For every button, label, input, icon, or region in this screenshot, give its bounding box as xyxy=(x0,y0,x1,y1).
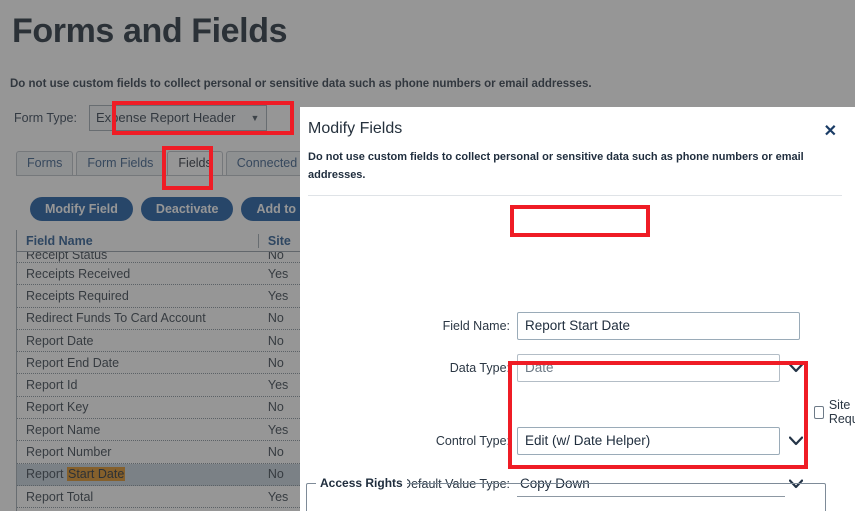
cell-field-name: Receipts Required xyxy=(26,288,129,303)
cell-field-name: Report Key xyxy=(26,400,89,415)
form-type-row: Form Type: Expense Report Header ▼ xyxy=(14,105,267,131)
field-name-row: Field Name: Report Start Date xyxy=(300,312,855,340)
tab-form-fields[interactable]: Form Fields xyxy=(76,151,165,175)
field-name-label: Field Name: xyxy=(442,319,510,333)
table-row[interactable]: Report Start Date No xyxy=(17,463,316,486)
dialog-title: Modify Fields xyxy=(308,120,403,137)
access-rights-fieldset: Access Rights xyxy=(306,476,826,511)
action-button-bar: Modify Field Deactivate Add to xyxy=(30,197,319,221)
data-type-select: Date xyxy=(517,354,780,382)
page-title: Forms and Fields xyxy=(12,12,288,50)
control-type-select[interactable]: Edit (w/ Date Helper) xyxy=(517,427,780,455)
site-required-row[interactable]: Site Required xyxy=(814,398,855,426)
form-type-select[interactable]: Expense Report Header ▼ xyxy=(88,105,267,131)
search-highlight: Start Date xyxy=(67,467,126,482)
table-row[interactable]: Report Name Yes xyxy=(17,419,316,442)
chevron-down-icon[interactable] xyxy=(788,433,804,449)
data-type-control: Date xyxy=(517,354,803,382)
table-row[interactable]: Report Total Yes xyxy=(17,486,316,509)
field-name-input[interactable]: Report Start Date xyxy=(517,312,800,340)
cell-field-name: Receipts Received xyxy=(26,266,131,281)
control-type-row: Control Type: Edit (w/ Date Helper) xyxy=(300,427,855,455)
table-row[interactable]: Report Number No xyxy=(17,441,316,464)
table-body: Receipt Status No Receipts Received Yes Rece… xyxy=(17,252,316,509)
table-row[interactable]: Receipt Status No xyxy=(17,252,316,263)
tab-forms[interactable]: Forms xyxy=(16,151,74,175)
cell-field-name: Report Number xyxy=(26,445,112,460)
cell-field-name: Report Id xyxy=(26,378,78,393)
cell-field-name: Report Total xyxy=(26,489,94,504)
site-required-checkbox[interactable] xyxy=(814,405,824,419)
screen: Forms and Fields Do not use custom field… xyxy=(0,0,855,511)
data-type-row: Data Type: Date xyxy=(300,354,855,382)
data-type-label: Data Type: xyxy=(449,361,510,375)
table-row[interactable]: Report Date No xyxy=(17,330,316,353)
close-icon[interactable]: ✕ xyxy=(824,124,837,140)
deactivate-button[interactable]: Deactivate xyxy=(140,197,234,221)
cell-field-name: Redirect Funds To Card Account xyxy=(26,311,206,326)
column-header-field-name[interactable]: Field Name xyxy=(17,233,259,248)
cell-field-name: Report End Date xyxy=(26,355,120,370)
table-row[interactable]: Receipts Received Yes xyxy=(17,263,316,286)
fields-table: Field Name Site Receipt Status No Receipts… xyxy=(16,230,316,511)
tab-bar: Forms Form Fields Fields Connected xyxy=(16,151,336,176)
chevron-down-icon[interactable] xyxy=(788,360,804,376)
page-warning-text: Do not use custom fields to collect pers… xyxy=(10,78,592,90)
cell-field-name: Report Name xyxy=(26,422,101,437)
tab-fields[interactable]: Fields xyxy=(167,151,223,175)
site-required-label: Site Required xyxy=(828,398,855,426)
dialog-divider xyxy=(308,195,842,196)
field-name-control: Report Start Date xyxy=(517,312,800,340)
access-rights-legend: Access Rights xyxy=(316,476,407,490)
table-row[interactable]: Report End Date No xyxy=(17,352,316,375)
chevron-down-icon: ▼ xyxy=(250,113,260,123)
table-row[interactable]: Report Id Yes xyxy=(17,374,316,397)
cell-field-name: Report Date xyxy=(26,333,94,348)
table-header-row: Field Name Site xyxy=(17,230,316,252)
tab-connected[interactable]: Connected xyxy=(225,151,309,175)
cell-field-name: Report Start Date xyxy=(26,467,126,482)
form-type-value: Expense Report Header xyxy=(95,110,236,125)
table-row[interactable]: Receipts Required Yes xyxy=(17,285,316,308)
table-row[interactable]: Redirect Funds To Card Account No xyxy=(17,308,316,330)
modify-fields-dialog: Modify Fields ✕ Do not use custom fields… xyxy=(300,107,855,511)
modify-field-button[interactable]: Modify Field xyxy=(30,197,133,221)
control-type-label: Control Type: xyxy=(435,434,510,448)
control-type-control: Edit (w/ Date Helper) xyxy=(517,427,803,455)
dialog-warning-text: Do not use custom fields to collect pers… xyxy=(308,151,804,182)
form-type-label: Form Type: xyxy=(14,111,77,125)
table-row[interactable]: Report Key No xyxy=(17,397,316,420)
cell-field-name: Receipt Status xyxy=(26,252,108,262)
